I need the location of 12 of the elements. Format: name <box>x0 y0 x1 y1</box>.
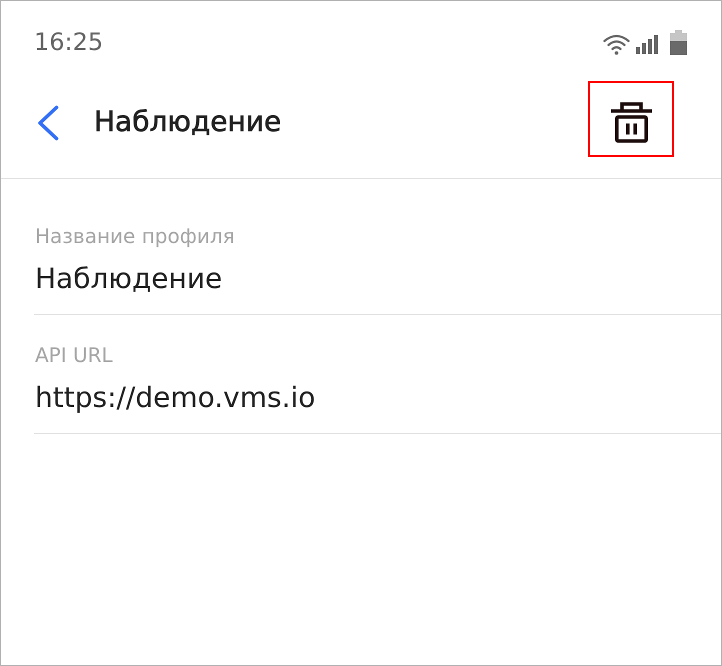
status-time: 16:25 <box>34 28 104 56</box>
wifi-icon <box>603 34 630 54</box>
chevron-left-icon <box>37 105 59 141</box>
trash-icon <box>610 102 652 142</box>
text-field[interactable]: https://demo.vms.io <box>35 381 316 415</box>
field-label: API URL <box>35 343 113 367</box>
page-title: Наблюдение <box>94 104 282 140</box>
signal-icon <box>636 34 658 54</box>
delete-button[interactable] <box>588 81 674 157</box>
field-label: Название профиля <box>35 224 235 248</box>
battery-icon <box>670 30 687 54</box>
text-field[interactable]: Наблюдение <box>35 262 222 296</box>
